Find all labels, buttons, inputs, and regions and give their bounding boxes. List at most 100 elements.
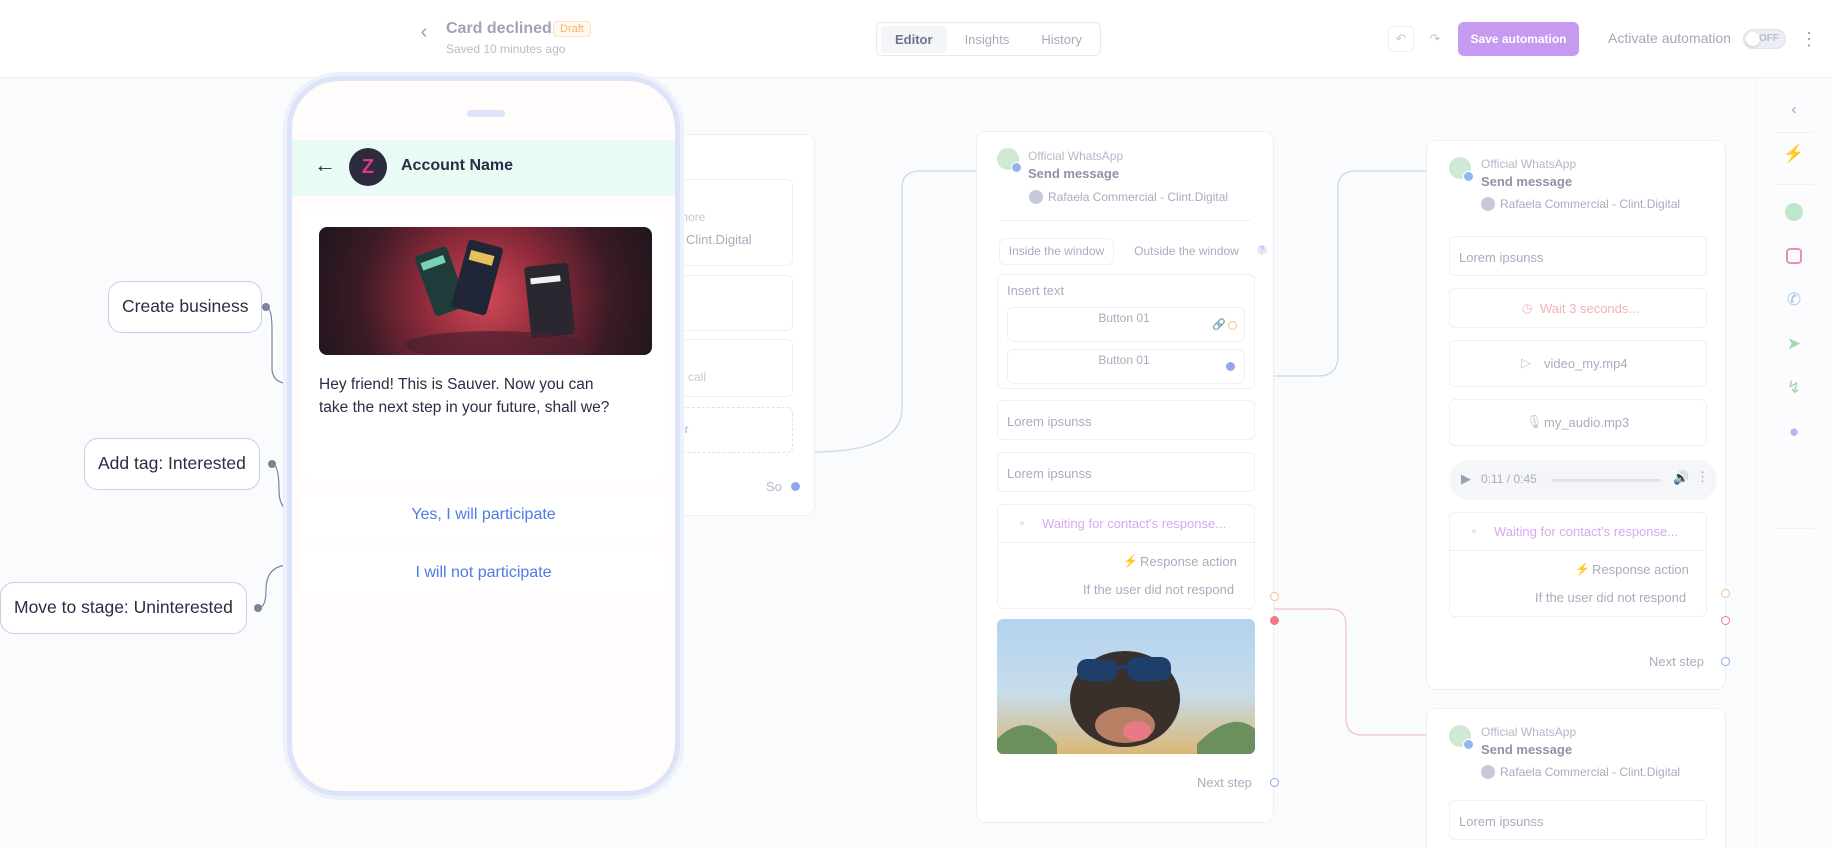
mid-node-text-1[interactable]: Lorem ipsunss (997, 400, 1255, 440)
view-tabs: Editor Insights History (876, 22, 1101, 56)
saved-status: Saved 10 minutes ago (446, 42, 566, 56)
annotation-dot (268, 460, 276, 468)
button-option-2-dot[interactable] (1226, 362, 1235, 371)
tab-editor[interactable]: Editor (881, 25, 947, 53)
mid-node-text-block[interactable]: Insert text Button 01 🔗 Button 01 (997, 274, 1255, 389)
link-icon[interactable]: 🔗 (1212, 318, 1226, 331)
right-tool-rail: ‹ ⚡ ✆ ➤ ↯ ● (1755, 78, 1832, 848)
arrow-left-icon[interactable]: ← (314, 152, 336, 178)
right-node-audio[interactable]: 🎙 my_audio.mp3 (1449, 399, 1707, 446)
mid-node-image (997, 619, 1255, 754)
mid-node-text-2[interactable]: Lorem ipsunss (997, 452, 1255, 492)
annotation-add-tag[interactable]: Add tag: Interested (84, 438, 260, 490)
right-node-text-label: Lorem ipsunss (1459, 250, 1544, 265)
reply-button-yes[interactable]: Yes, I will participate (303, 491, 664, 539)
waiting-text: Waiting for contact's response... (1042, 516, 1227, 531)
more-icon[interactable]: ⋮ (1696, 469, 1709, 485)
chevron-left-icon[interactable]: ‹ (1782, 98, 1806, 122)
no-respond-dot[interactable] (1270, 616, 1279, 625)
right-bottom-node-avatar (1481, 765, 1495, 779)
mid-node-title: Send message (1028, 166, 1120, 181)
lightning-icon: ⚡ (1123, 554, 1138, 568)
response-action-label: Response action (1140, 554, 1237, 569)
lightning-icon[interactable]: ⚡ (1782, 142, 1806, 166)
phone-notch (467, 110, 505, 117)
help-icon[interactable]: ? (1257, 245, 1267, 255)
phone-call-icon[interactable]: ✆ (1782, 288, 1806, 312)
video-filename: video_my.mp4 (1544, 356, 1628, 371)
clock-icon: ◷ (1522, 301, 1533, 315)
mid-node-next-step-dot[interactable] (1270, 778, 1279, 787)
divider (1001, 220, 1251, 221)
reply-button-no[interactable]: I will not participate (303, 549, 664, 597)
right-bottom-node-title: Send message (1481, 742, 1573, 757)
undo-icon[interactable]: ↶ (1388, 26, 1414, 52)
response-action-label: Response action (1592, 562, 1689, 577)
annotation-move-stage[interactable]: Move to stage: Uninterested (0, 582, 247, 634)
instagram-icon[interactable] (1782, 244, 1806, 268)
chat-icon: ▫ (1020, 516, 1025, 530)
save-automation-button[interactable]: Save automation (1458, 22, 1579, 56)
tab-outside-window[interactable]: Outside the window (1119, 238, 1254, 265)
mid-node-card[interactable]: Official WhatsApp Send message Rafaela C… (976, 131, 1279, 823)
right-node-avatar (1481, 197, 1495, 211)
chat-header: ← Z Account Name (292, 140, 675, 196)
more-options-icon[interactable]: ⋮ (1800, 26, 1818, 52)
video-icon: ▷ (1521, 355, 1531, 370)
send-icon[interactable]: ➤ (1782, 332, 1806, 356)
right-node-wait-block[interactable]: ▫ Waiting for contact's response... ⚡ Re… (1449, 512, 1707, 617)
right-node-text[interactable]: Lorem ipsunss (1449, 236, 1707, 276)
right-bottom-node-text[interactable]: Lorem ipsunss (1449, 800, 1707, 840)
lightning-icon[interactable]: ↯ (1782, 376, 1806, 400)
right-node-video[interactable]: ▷ video_my.mp4 (1449, 340, 1707, 387)
waiting-text: Waiting for contact's response... (1494, 524, 1679, 539)
no-respond-label: If the user did not respond (1535, 590, 1687, 605)
wait-text: Wait 3 seconds... (1540, 301, 1640, 316)
whatsapp-icon (997, 148, 1022, 173)
right-node-card-bottom[interactable]: Official WhatsApp Send message Rafaela C… (1426, 708, 1726, 848)
status-badge: Draft (553, 21, 591, 37)
activate-toggle[interactable]: OFF (1743, 29, 1786, 49)
right-no-respond-dot[interactable] (1721, 616, 1730, 625)
no-respond-label: If the user did not respond (1083, 582, 1235, 597)
whatsapp-icon (1449, 725, 1474, 750)
link-left-to-mid (811, 170, 976, 453)
right-node-kind: Official WhatsApp (1481, 157, 1577, 171)
right-node-wait[interactable]: ◷ Wait 3 seconds... (1449, 288, 1707, 328)
left-node-output-dot[interactable] (791, 482, 800, 491)
mid-node-kind: Official WhatsApp (1028, 149, 1124, 163)
divider (1774, 528, 1814, 529)
mid-node-wait-block[interactable]: ▫ Waiting for contact's response... ⚡ Re… (997, 504, 1255, 609)
volume-icon[interactable]: 🔊 (1673, 470, 1689, 486)
button-option-1-dot[interactable] (1228, 321, 1237, 330)
flow-canvas[interactable]: more - Clint.Digital h call er So Offici… (0, 78, 1755, 848)
tab-inside-window[interactable]: Inside the window (999, 238, 1114, 265)
button-option-2[interactable]: Button 01 (1007, 349, 1245, 384)
right-node-card-top[interactable]: Official WhatsApp Send message Rafaela C… (1426, 140, 1730, 690)
microphone-icon[interactable]: ● (1782, 420, 1806, 444)
button-option-1[interactable]: Button 01 🔗 (1007, 307, 1245, 342)
divider (1774, 132, 1814, 133)
redo-icon[interactable]: ↷ (1422, 26, 1448, 52)
right-node-title: Send message (1481, 174, 1573, 189)
audio-player[interactable]: ▶ 0:11 / 0:45 🔊 ⋮ (1449, 460, 1717, 500)
button-option-2-label: Button 01 (1098, 353, 1150, 367)
message-image (319, 227, 652, 355)
annotation-create-business[interactable]: Create business (108, 281, 263, 333)
whatsapp-icon[interactable] (1782, 200, 1806, 224)
divider (1774, 184, 1814, 185)
link-noresponse-to-bottom (1274, 608, 1426, 736)
tab-insights[interactable]: Insights (951, 26, 1024, 53)
tab-history[interactable]: History (1027, 26, 1095, 53)
player-time: 0:11 / 0:45 (1481, 472, 1537, 486)
microphone-icon: 🎙 (1526, 414, 1543, 429)
right-node-next-step-dot[interactable] (1721, 657, 1730, 666)
audio-progress-bar[interactable] (1551, 479, 1661, 482)
right-response-action-dot[interactable] (1721, 589, 1730, 598)
chat-icon: ▫ (1472, 524, 1477, 538)
mid-node-avatar (1029, 190, 1043, 204)
play-icon[interactable]: ▶ (1461, 471, 1471, 487)
waiting-row: ▫ Waiting for contact's response... (1450, 513, 1706, 551)
back-chevron-icon[interactable]: ‹ (414, 20, 434, 44)
response-action-dot[interactable] (1270, 592, 1279, 601)
